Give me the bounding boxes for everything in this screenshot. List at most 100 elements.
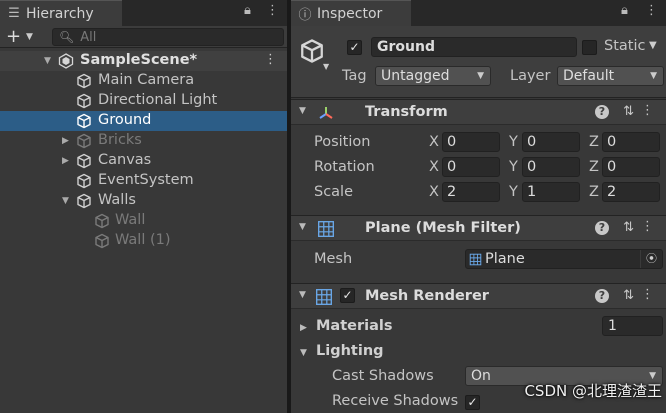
- scale-y-field[interactable]: 1: [522, 182, 580, 202]
- position-z-field[interactable]: 0: [602, 132, 660, 152]
- gameobject-icon[interactable]: [299, 38, 325, 64]
- layer-value: Default: [563, 68, 615, 84]
- kebab-menu-icon[interactable]: ⋮: [641, 103, 654, 118]
- mesh-renderer-enabled-checkbox[interactable]: ✓: [340, 288, 355, 303]
- preset-icon[interactable]: ⇅: [623, 104, 634, 119]
- help-icon[interactable]: ?: [595, 105, 609, 119]
- mesh-filter-header[interactable]: ▼ Plane (Mesh Filter) ? ⇅ ⋮: [291, 215, 666, 241]
- chevron-down-icon[interactable]: ▼: [299, 290, 306, 300]
- transform-header[interactable]: ▼ Transform ? ⇅ ⋮: [291, 99, 666, 125]
- hierarchy-item-wall[interactable]: Wall: [0, 211, 287, 231]
- static-checkbox[interactable]: [582, 40, 597, 55]
- chevron-right-icon[interactable]: ▶: [62, 136, 74, 146]
- scene-row[interactable]: ▼ SampleScene* ⋮: [0, 51, 287, 71]
- hierarchy-item-label: Ground: [98, 112, 152, 128]
- mesh-renderer-title: Mesh Renderer: [365, 288, 489, 304]
- scale-label: Scale: [314, 184, 354, 200]
- materials-count-field[interactable]: 1: [602, 316, 663, 336]
- chevron-down-icon[interactable]: ▼: [299, 222, 306, 232]
- chevron-down-icon[interactable]: ▼: [26, 29, 33, 45]
- add-button[interactable]: +: [6, 27, 21, 47]
- mesh-value: Plane: [485, 251, 525, 267]
- receive-shadows-label: Receive Shadows: [332, 393, 459, 409]
- lock-icon[interactable]: 🔒︎: [244, 3, 251, 18]
- inspector-panel: ⓘ Inspector 🔒︎ ⋮ ▼ ✓ Ground Static ▼ Tag…: [291, 0, 666, 413]
- hierarchy-item-main-camera[interactable]: Main Camera: [0, 71, 287, 91]
- object-header: ▼ ✓ Ground Static ▼ Tag Untagged ▼ Layer…: [291, 26, 666, 98]
- gameobject-icon: [76, 93, 92, 109]
- active-checkbox[interactable]: ✓: [347, 40, 362, 55]
- mesh-object-field[interactable]: Plane ⦿: [465, 249, 663, 269]
- chevron-down-icon[interactable]: ▼: [299, 106, 306, 116]
- kebab-menu-icon[interactable]: ⋮: [266, 3, 279, 18]
- tag-dropdown[interactable]: Untagged ▼: [375, 66, 491, 86]
- axis-x-label: X: [429, 184, 439, 200]
- rotation-z-field[interactable]: 0: [602, 157, 660, 177]
- hierarchy-item-directional-light[interactable]: Directional Light: [0, 91, 287, 111]
- chevron-right-icon[interactable]: ▶: [62, 156, 74, 166]
- hierarchy-item-ground[interactable]: Ground: [0, 111, 287, 131]
- axis-z-label: Z: [589, 134, 599, 150]
- preset-icon[interactable]: ⇅: [623, 288, 634, 303]
- search-input[interactable]: 🔍︎ All: [52, 28, 284, 46]
- gameobject-icon: [76, 73, 92, 89]
- gameobject-icon: [76, 153, 92, 169]
- tab-hierarchy[interactable]: ☰ Hierarchy: [0, 0, 122, 26]
- gameobject-icon: [94, 213, 110, 229]
- hierarchy-panel: ☰ Hierarchy 🔒︎ ⋮ + ▼ 🔍︎ All ▼ SampleScen…: [0, 0, 287, 413]
- lighting-label: Lighting: [316, 343, 384, 359]
- position-y-field[interactable]: 0: [522, 132, 580, 152]
- inspector-tab-bar: ⓘ Inspector 🔒︎ ⋮: [291, 0, 666, 26]
- list-icon: ☰: [8, 6, 20, 21]
- layer-dropdown[interactable]: Default ▼: [557, 66, 664, 86]
- inspector-tab-label: Inspector: [317, 5, 383, 22]
- receive-shadows-checkbox[interactable]: ✓: [465, 395, 480, 410]
- mesh-filter-title: Plane (Mesh Filter): [365, 220, 521, 236]
- cast-shadows-value: On: [471, 368, 491, 384]
- hierarchy-item-walls[interactable]: ▼ Walls: [0, 191, 287, 211]
- tag-value: Untagged: [381, 68, 450, 84]
- chevron-down-icon: ▼: [477, 71, 484, 81]
- axis-x-label: X: [429, 134, 439, 150]
- mesh-renderer-header[interactable]: ▼ ✓ Mesh Renderer ? ⇅ ⋮: [291, 283, 666, 309]
- tag-label: Tag: [342, 68, 367, 84]
- kebab-menu-icon[interactable]: ⋮: [264, 52, 277, 67]
- gameobject-icon: [94, 233, 110, 249]
- cast-shadows-label: Cast Shadows: [332, 368, 434, 384]
- hierarchy-item-canvas[interactable]: ▶ Canvas: [0, 151, 287, 171]
- object-picker-icon[interactable]: ⦿: [640, 250, 662, 268]
- chevron-down-icon[interactable]: ▼: [323, 62, 329, 71]
- search-placeholder: All: [80, 29, 97, 45]
- rotation-x-field[interactable]: 0: [442, 157, 500, 177]
- scene-name: SampleScene*: [80, 52, 198, 68]
- lock-icon[interactable]: 🔒︎: [621, 3, 628, 18]
- hierarchy-item-wall-1[interactable]: Wall (1): [0, 231, 287, 251]
- kebab-menu-icon[interactable]: ⋮: [645, 3, 658, 18]
- scale-x-field[interactable]: 2: [442, 182, 500, 202]
- scale-z-field[interactable]: 2: [602, 182, 660, 202]
- hierarchy-tab-bar: ☰ Hierarchy 🔒︎ ⋮: [0, 0, 287, 26]
- hierarchy-item-bricks[interactable]: ▶ Bricks: [0, 131, 287, 151]
- hierarchy-item-label: Wall (1): [115, 232, 171, 248]
- lighting-section[interactable]: ▼ Lighting: [300, 343, 384, 359]
- mesh-grid-icon: [317, 220, 335, 238]
- materials-section[interactable]: ▶ Materials: [300, 318, 393, 334]
- axis-y-label: Y: [509, 159, 518, 175]
- chevron-down-icon[interactable]: ▼: [44, 56, 56, 66]
- help-icon[interactable]: ?: [595, 289, 609, 303]
- chevron-down-icon[interactable]: ▼: [62, 196, 74, 206]
- hierarchy-item-label: Wall: [115, 212, 146, 228]
- position-x-field[interactable]: 0: [442, 132, 500, 152]
- kebab-menu-icon[interactable]: ⋮: [641, 287, 654, 302]
- rotation-y-field[interactable]: 0: [522, 157, 580, 177]
- hierarchy-item-eventsystem[interactable]: EventSystem: [0, 171, 287, 191]
- tab-inspector[interactable]: ⓘ Inspector: [291, 0, 411, 26]
- object-name-field[interactable]: Ground: [371, 37, 577, 57]
- chevron-down-icon[interactable]: ▼: [300, 348, 310, 358]
- preset-icon[interactable]: ⇅: [623, 220, 634, 235]
- transform-title: Transform: [365, 104, 448, 120]
- help-icon[interactable]: ?: [595, 221, 609, 235]
- kebab-menu-icon[interactable]: ⋮: [641, 219, 654, 234]
- chevron-right-icon[interactable]: ▶: [300, 323, 310, 333]
- chevron-down-icon[interactable]: ▼: [649, 40, 657, 51]
